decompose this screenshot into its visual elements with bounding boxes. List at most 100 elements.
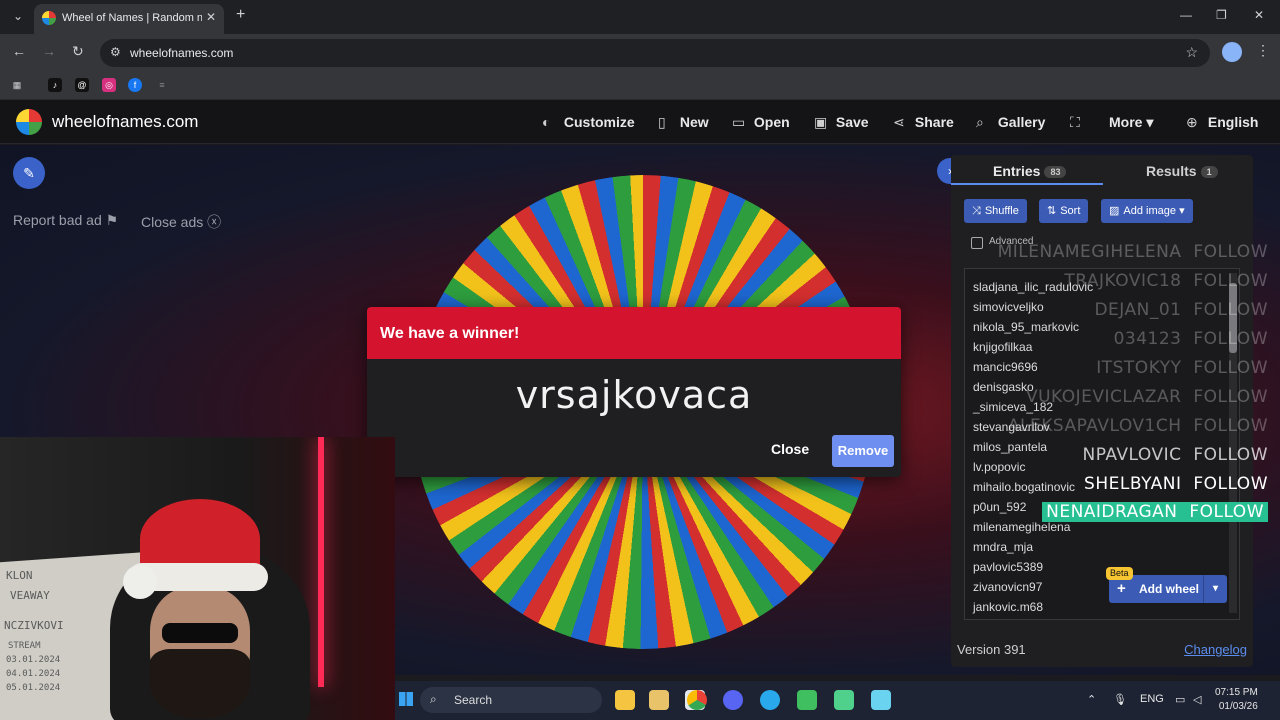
gallery-button[interactable]: ⌕ Gallery <box>976 114 1045 131</box>
floppy-icon: ▣ <box>814 114 828 130</box>
report-ad-link[interactable]: Report bad ad ⚑ <box>13 212 118 229</box>
entries-textarea[interactable]: sladjana_ilic_radulovic simovicveljko ni… <box>964 268 1240 620</box>
close-circle-icon: ⓧ <box>207 214 222 230</box>
apps-grid-icon[interactable]: ▦ <box>10 78 24 92</box>
list-item: simovicveljko <box>973 300 1044 314</box>
folder-icon[interactable] <box>649 690 669 710</box>
neon-light <box>318 437 324 687</box>
follow-alert-latest: NENAIDRAGAN FOLLOW <box>1042 502 1268 522</box>
app-icon[interactable] <box>797 690 817 710</box>
share-label: Share <box>914 114 954 130</box>
list-item: nikola_95_markovic <box>973 320 1080 334</box>
site-info-icon[interactable]: ⚙ <box>110 45 121 59</box>
tab-entries[interactable]: Entries 83 <box>993 163 1067 179</box>
board-text: STREAM <box>8 641 41 651</box>
board-text: 04.01.2024 <box>6 669 61 679</box>
network-icon[interactable]: ▭ <box>1175 693 1185 706</box>
shuffle-button[interactable]: ⤨ Shuffle <box>964 199 1027 223</box>
site-logo-text[interactable]: wheelofnames.com <box>52 112 198 132</box>
save-button[interactable]: ▣ Save <box>814 114 869 131</box>
more-button[interactable]: More ▾ <box>1109 114 1153 131</box>
beta-badge: Beta <box>1106 567 1133 580</box>
instagram-icon[interactable]: ◎ <box>102 78 116 92</box>
board-text: KLON <box>6 569 33 582</box>
threads-icon[interactable]: @ <box>75 78 89 92</box>
browser-tabbar: ⌄ Wheel of Names | Random nam ✕ + — ❐ ✕ <box>0 0 1280 34</box>
minimize-icon[interactable]: — <box>1180 8 1192 22</box>
share-icon: ⋖ <box>893 114 905 130</box>
forward-icon[interactable]: → <box>42 43 56 59</box>
open-button[interactable]: ▭ Open <box>732 114 790 131</box>
notepad-icon[interactable] <box>871 690 891 710</box>
winner-name: vrsajkovaca <box>515 373 753 417</box>
caret-down-icon[interactable]: ▾ <box>1203 575 1227 603</box>
bookmark-star-icon[interactable]: ☆ <box>1185 44 1198 61</box>
taskbar-search-label: Search <box>454 693 493 707</box>
profile-avatar[interactable] <box>1222 42 1242 62</box>
tab-results[interactable]: Results 1 <box>1146 163 1218 179</box>
tab-search-button[interactable]: ⌄ <box>8 6 28 26</box>
site-header: wheelofnames.com ◐ Customize ▯ New ▭ Ope… <box>0 100 1280 144</box>
pencil-icon[interactable]: ✎ <box>13 157 45 189</box>
streaming-app-icon[interactable] <box>834 690 854 710</box>
browser-tab[interactable]: Wheel of Names | Random nam ✕ <box>34 4 224 34</box>
webcam-overlay: KLON VEAWAY NCZIVKOVI STREAM 03.01.2024 … <box>0 437 395 720</box>
new-tab-button[interactable]: + <box>236 6 245 24</box>
facebook-icon[interactable]: f <box>128 78 142 92</box>
changelog-link[interactable]: Changelog <box>1184 642 1247 657</box>
save-label: Save <box>835 114 869 130</box>
board-text: VEAWAY <box>10 589 50 602</box>
address-toolbar: ← → ↻ ⚙ wheelofnames.com ☆ ⋮ <box>0 34 1280 72</box>
dialog-title: We have a winner! <box>380 325 520 342</box>
customize-label: Customize <box>563 114 635 130</box>
taskbar-clock[interactable]: 07:15 PM 01/03/26 <box>1215 686 1258 714</box>
file-explorer-icon[interactable] <box>615 690 635 710</box>
bookmark-icon[interactable]: ≡ <box>155 78 169 92</box>
remove-button[interactable]: Remove <box>832 435 894 467</box>
fullscreen-button[interactable]: ⛶ <box>1070 114 1088 131</box>
input-language[interactable]: ENG <box>1140 693 1164 705</box>
chrome-icon[interactable] <box>687 690 707 710</box>
customize-button[interactable]: ◐ Customize <box>542 114 635 130</box>
follow-alert: DEJAN_01 FOLLOW <box>1094 300 1268 320</box>
url-bar[interactable]: ⚙ wheelofnames.com ☆ <box>100 39 1210 67</box>
back-icon[interactable]: ← <box>12 43 26 59</box>
tiktok-icon[interactable]: ♪ <box>48 78 62 92</box>
microphone-icon[interactable]: 🎙 <box>1113 693 1127 706</box>
close-button[interactable]: Close <box>771 441 809 457</box>
list-item: milenamegihelena <box>973 520 1071 534</box>
taskbar-search[interactable]: ⌕ Search <box>420 687 602 713</box>
globe-icon: ⊕ <box>1186 114 1198 130</box>
version-text: Version 391 <box>957 642 1026 657</box>
telegram-icon[interactable] <box>760 690 780 710</box>
list-item: lv.popovic <box>973 460 1026 474</box>
close-ads-link[interactable]: Close ads ⓧ <box>141 212 221 232</box>
windows-taskbar: ⌕ Search ⌃ 🎙 ENG ▭ ◁ 07:15 PM 01/03/26 <box>395 681 1280 720</box>
discord-icon[interactable] <box>723 690 743 710</box>
restore-icon[interactable]: ❐ <box>1216 8 1227 22</box>
clock-time: 07:15 PM <box>1215 687 1258 698</box>
bookmarks-bar: ▦ ♪ @ ◎ f ≡ <box>0 72 1280 100</box>
list-item: p0un_592 <box>973 500 1027 514</box>
advanced-checkbox[interactable] <box>971 237 983 249</box>
close-window-icon[interactable]: ✕ <box>1254 8 1264 22</box>
browser-menu-icon[interactable]: ⋮ <box>1256 42 1270 59</box>
report-ad-label: Report bad ad <box>13 212 102 228</box>
language-label: English <box>1207 114 1259 130</box>
add-image-button[interactable]: ▨ Add image ▾ <box>1101 199 1193 223</box>
search-icon: ⌕ <box>430 692 437 706</box>
new-button[interactable]: ▯ New <box>658 114 709 131</box>
windows-start-icon[interactable] <box>399 692 413 706</box>
follow-alert: MILENAMEGIHELENA FOLLOW <box>997 242 1268 262</box>
language-button[interactable]: ⊕ English <box>1186 114 1258 131</box>
volume-icon[interactable]: ◁ <box>1193 693 1201 706</box>
entries-tab-label: Entries <box>993 163 1041 179</box>
reload-icon[interactable]: ↻ <box>72 43 84 60</box>
close-tab-icon[interactable]: ✕ <box>206 10 216 24</box>
more-label: More <box>1109 114 1143 130</box>
sort-button[interactable]: ⇅ Sort <box>1039 199 1089 223</box>
share-button[interactable]: ⋖ Share <box>893 114 954 131</box>
tray-chevron-icon[interactable]: ⌃ <box>1087 693 1096 706</box>
list-item: knjigofilkaa <box>973 340 1033 354</box>
wheel-logo-icon[interactable] <box>16 109 42 135</box>
